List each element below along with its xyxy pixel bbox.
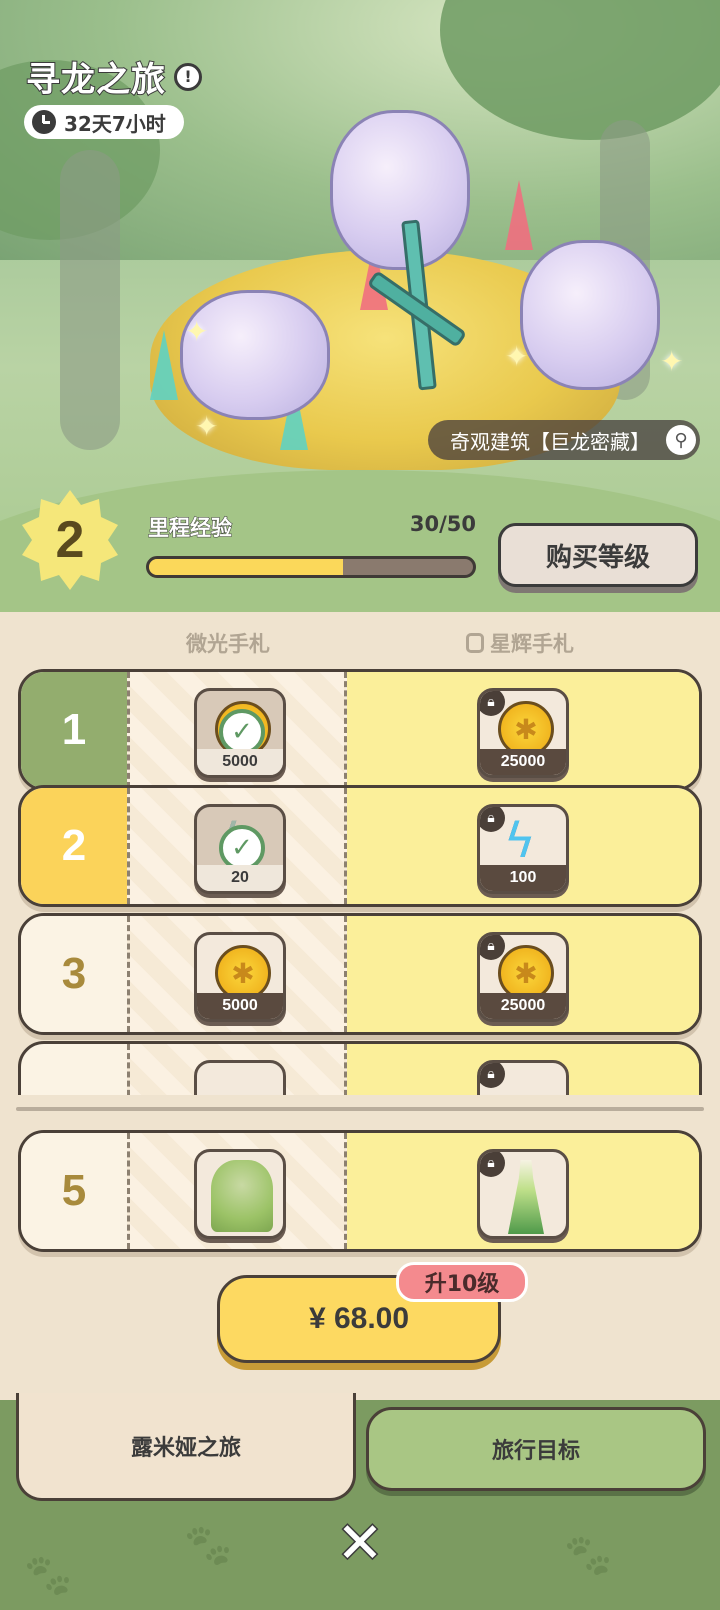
sparkle-icon: ✦ xyxy=(195,410,219,443)
reward-quantity: 25000 xyxy=(480,993,566,1019)
tab-travel-goals[interactable]: 旅行目标 xyxy=(366,1407,706,1491)
free-reward-cell: 5000 xyxy=(127,916,347,1032)
magnifier-icon[interactable]: ⚲ xyxy=(666,425,696,455)
info-icon[interactable]: ! xyxy=(174,62,202,91)
reward-row: 2 ϟ ✓ 20 ϟ 🔒︎ 100 xyxy=(18,785,702,907)
clock-icon xyxy=(32,110,56,134)
crystal xyxy=(505,180,533,250)
buy-level-button[interactable]: 购买等级 xyxy=(498,523,698,587)
row-level: 2 xyxy=(21,788,127,904)
free-track-header: 微光手札 xyxy=(186,632,270,656)
event-banner: ✦ ✦ ✦ ✦ 寻龙之旅 ! 32天7小时 奇观建筑【巨龙密藏】 ⚲ 2 里程经… xyxy=(0,0,720,612)
time-remaining-text: 32天7小时 xyxy=(64,111,166,136)
exp-value: 30/50 xyxy=(409,512,476,536)
time-remaining: 32天7小时 xyxy=(24,105,184,139)
lock-icon: 🔒︎ xyxy=(480,1063,505,1088)
free-reward-cell: ✓ 5000 xyxy=(127,672,347,788)
event-title: 寻龙之旅 xyxy=(25,59,166,101)
premium-reward-item[interactable]: 🔒︎ 25000 xyxy=(477,932,569,1022)
premium-reward-item[interactable]: 🔒︎ xyxy=(477,1149,569,1239)
reward-quantity: 5000 xyxy=(197,993,283,1019)
reward-row: 1 ✓ 5000 🔒︎ 25000 xyxy=(18,669,702,791)
sparkle-icon: ✦ xyxy=(660,345,684,378)
crystal xyxy=(150,330,178,400)
premium-reward-item[interactable]: 🔒︎ 25000 xyxy=(477,688,569,778)
sparkle-icon: ✦ xyxy=(185,315,209,348)
row-level: 1 xyxy=(21,672,127,788)
list-divider xyxy=(16,1107,704,1111)
free-reward-cell: ϟ ✓ 20 xyxy=(127,788,347,904)
free-reward-item[interactable]: 5000 xyxy=(194,932,286,1022)
sparkle-icon: ✦ xyxy=(505,340,529,373)
free-reward-item[interactable]: ϟ ✓ 20 xyxy=(194,804,286,894)
paw-icon: 🐾︎ xyxy=(180,1521,236,1572)
row-level: 5 xyxy=(21,1133,127,1249)
lock-icon: 🔒︎ xyxy=(480,1152,505,1177)
lock-icon: 🔒︎ xyxy=(480,691,505,716)
premium-reward-item[interactable]: ϟ 🔒︎ 100 xyxy=(477,804,569,894)
avatar-frame-icon xyxy=(211,1160,273,1232)
wonder-building-tag[interactable]: 奇观建筑【巨龙密藏】 ⚲ xyxy=(428,420,700,460)
close-icon[interactable]: ✕ xyxy=(332,1509,388,1577)
free-reward-item[interactable] xyxy=(194,1149,286,1239)
reward-row: 3 5000 🔒︎ 25000 xyxy=(18,913,702,1035)
tab-lumia-journey[interactable]: 露米娅之旅 xyxy=(16,1393,356,1501)
level-badge: 2 xyxy=(20,490,120,590)
reward-quantity: 5000 xyxy=(197,749,283,775)
tree-trunk xyxy=(60,150,120,450)
premium-reward-cell: 🔒︎ 25000 xyxy=(347,672,699,788)
upgrade-levels-tag: 升10级 xyxy=(396,1262,528,1302)
premium-reward-item[interactable]: 🔒︎ xyxy=(477,1060,569,1095)
reward-list[interactable]: 1 ✓ 5000 🔒︎ 25000 2 ϟ ✓ 20 xyxy=(0,665,720,1095)
current-level: 2 xyxy=(55,511,85,569)
dragon-figure xyxy=(330,110,470,270)
milestone-reward-row: 5 🔒︎ xyxy=(18,1130,702,1252)
row-level: 3 xyxy=(21,916,127,1032)
paw-icon: 🐾︎ xyxy=(560,1531,616,1582)
lock-icon: 🔒︎ xyxy=(480,935,505,960)
reward-quantity: 100 xyxy=(480,865,566,891)
premium-reward-cell: ϟ 🔒︎ 100 xyxy=(347,788,699,904)
dragon-figure xyxy=(180,290,330,420)
premium-reward-cell: 🔒︎ xyxy=(347,1133,699,1249)
free-reward-cell xyxy=(127,1044,347,1095)
free-reward-item[interactable]: ✓ 5000 xyxy=(194,688,286,778)
lock-icon xyxy=(466,633,484,653)
exp-progress-bar xyxy=(146,556,476,578)
premium-track-label: 星辉手札 xyxy=(490,632,574,656)
dragon-figure xyxy=(520,240,660,390)
reward-row: 🔒︎ xyxy=(18,1041,702,1095)
premium-reward-cell: 🔒︎ xyxy=(347,1044,699,1095)
event-title-row: 寻龙之旅 ! xyxy=(25,52,202,101)
free-reward-cell xyxy=(127,1133,347,1249)
lock-icon: 🔒︎ xyxy=(480,807,505,832)
exp-progress-fill xyxy=(149,559,344,575)
reward-quantity: 25000 xyxy=(480,749,566,775)
paw-icon: 🐾︎ xyxy=(20,1551,76,1602)
outfit-icon xyxy=(508,1160,544,1234)
premium-reward-cell: 🔒︎ 25000 xyxy=(347,916,699,1032)
energy-icon: ϟ xyxy=(504,813,536,869)
premium-track-header: 星辉手札 xyxy=(466,628,574,658)
wonder-building-label: 奇观建筑【巨龙密藏】 xyxy=(450,429,650,454)
free-reward-item[interactable] xyxy=(194,1060,286,1095)
reward-quantity: 20 xyxy=(197,865,283,891)
exp-label: 里程经验 xyxy=(148,516,233,541)
